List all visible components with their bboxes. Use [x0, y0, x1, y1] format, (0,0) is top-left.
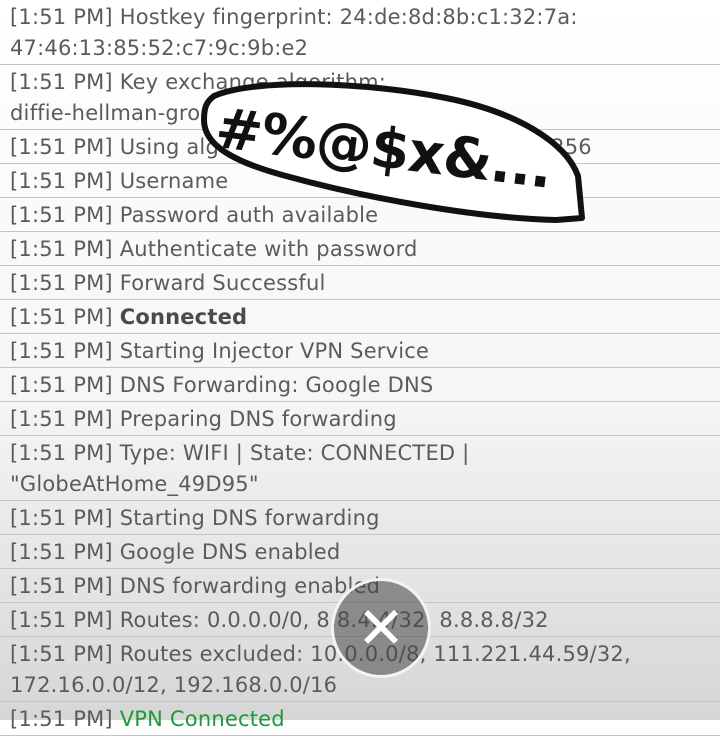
- log-message: Connected: [119, 305, 248, 329]
- log-message: Forward Successful: [119, 271, 326, 295]
- log-entry: [1:51 PM] Starting DNS forwarding: [0, 501, 720, 535]
- log-entry: [1:51 PM] Starting Injector VPN Service: [0, 334, 720, 368]
- log-entry: [1:51 PM] Connected: [0, 300, 720, 334]
- log-timestamp: [1:51 PM]: [10, 574, 113, 598]
- log-message: DNS Forwarding: Google DNS: [119, 373, 434, 397]
- log-timestamp: [1:51 PM]: [10, 707, 113, 731]
- close-button[interactable]: ✕: [331, 578, 431, 678]
- log-timestamp: [1:51 PM]: [10, 642, 113, 666]
- close-icon: ✕: [356, 594, 406, 662]
- log-entry: [1:51 PM] DNS Forwarding: Google DNS: [0, 368, 720, 402]
- log-timestamp: [1:51 PM]: [10, 506, 113, 530]
- log-entry: [1:51 PM] VPN Connected: [0, 702, 720, 736]
- log-timestamp: [1:51 PM]: [10, 271, 113, 295]
- log-timestamp: [1:51 PM]: [10, 339, 113, 363]
- log-timestamp: [1:51 PM]: [10, 373, 113, 397]
- log-message: VPN Connected: [119, 707, 285, 731]
- log-message: Starting DNS forwarding: [119, 506, 380, 530]
- log-message: DNS forwarding enabled: [119, 574, 381, 598]
- log-message: Google DNS enabled: [119, 540, 341, 564]
- log-message: Authenticate with password: [119, 237, 418, 261]
- log-timestamp: [1:51 PM]: [10, 441, 113, 465]
- log-entry: [1:51 PM] Type: WIFI | State: CONNECTED …: [0, 436, 720, 501]
- log-timestamp: [1:51 PM]: [10, 305, 113, 329]
- log-entry: [1:51 PM] Preparing DNS forwarding: [0, 402, 720, 436]
- log-timestamp: [1:51 PM]: [10, 203, 113, 227]
- log-entry: [1:51 PM] Authenticate with password: [0, 232, 720, 266]
- log-timestamp: [1:51 PM]: [10, 540, 113, 564]
- speech-bubble-sticker: #%@$x&...: [196, 72, 588, 226]
- log-timestamp: [1:51 PM]: [10, 237, 113, 261]
- log-entry: [1:51 PM] Forward Successful: [0, 266, 720, 300]
- log-timestamp: [1:51 PM]: [10, 70, 113, 94]
- log-timestamp: [1:51 PM]: [10, 608, 113, 632]
- log-message: Starting Injector VPN Service: [119, 339, 430, 363]
- log-message: Preparing DNS forwarding: [119, 407, 397, 431]
- log-timestamp: [1:51 PM]: [10, 135, 113, 159]
- log-entry: [1:51 PM] Hostkey fingerprint: 24:de:8d:…: [0, 0, 720, 65]
- log-timestamp: [1:51 PM]: [10, 169, 113, 193]
- log-timestamp: [1:51 PM]: [10, 5, 113, 29]
- log-timestamp: [1:51 PM]: [10, 407, 113, 431]
- log-entry: [1:51 PM] Google DNS enabled: [0, 535, 720, 569]
